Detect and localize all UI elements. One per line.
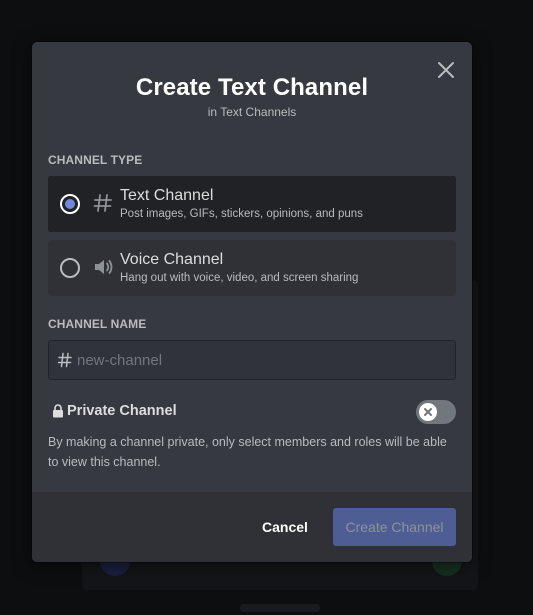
dialog-subtitle: in Text Channels <box>207 105 297 119</box>
channel-type-option-voice[interactable]: Voice Channel Hang out with voice, video… <box>48 240 456 296</box>
option-description: Post images, GIFs, stickers, opinions, a… <box>120 208 363 220</box>
option-description: Hang out with voice, video, and screen s… <box>120 272 359 284</box>
create-channel-button[interactable]: Create Channel <box>333 508 456 546</box>
private-channel-row: Private Channel <box>48 400 456 424</box>
channel-type-label: CHANNEL TYPE <box>48 153 143 167</box>
channel-name-input[interactable] <box>77 341 447 379</box>
option-title: Text Channel <box>120 187 214 204</box>
dialog-footer: Cancel Create Channel <box>32 492 472 562</box>
hash-icon <box>93 194 112 212</box>
create-channel-dialog: Create Text Channel in Text Channels CHA… <box>32 42 472 562</box>
option-title: Voice Channel <box>120 251 224 268</box>
close-icon <box>424 408 432 416</box>
background-text <box>240 604 320 612</box>
cancel-button[interactable]: Cancel <box>252 508 318 546</box>
channel-name-field <box>48 340 456 380</box>
private-channel-description: By making a channel private, only select… <box>48 435 447 469</box>
radio-unselected[interactable] <box>60 258 80 278</box>
lock-icon <box>53 404 63 418</box>
radio-selected[interactable] <box>60 194 80 214</box>
channel-type-option-text[interactable]: Text Channel Post images, GIFs, stickers… <box>48 176 456 232</box>
private-channel-toggle[interactable] <box>416 400 456 424</box>
private-channel-label: Private Channel <box>67 403 177 419</box>
toggle-knob <box>419 403 437 421</box>
channel-name-label: CHANNEL NAME <box>48 317 147 331</box>
hash-icon <box>57 352 72 368</box>
dialog-title: Create Text Channel <box>135 74 369 101</box>
speaker-icon <box>95 260 113 274</box>
